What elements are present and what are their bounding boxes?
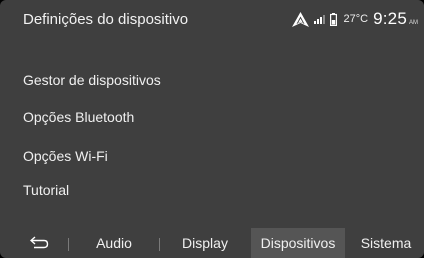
page-title: Definições do dispositivo [23,11,189,28]
menu-item-device-manager[interactable]: Gestor de dispositivos [23,72,161,88]
menu-item-wifi-options[interactable]: Opções Wi-Fi [23,148,108,164]
navigation-arrow-icon [291,11,309,27]
signal-icon [313,14,325,24]
battery-icon [329,12,337,26]
tab-display[interactable]: Display [172,228,238,258]
tab-separator [68,238,69,251]
device-settings-screen: Definições do dispositivo 27°C 9:25 AM G… [0,0,424,258]
tab-separator [159,238,160,251]
clock-time: 9:25 [373,9,407,28]
tab-sistema[interactable]: Sistema [351,228,421,258]
menu-item-tutorial[interactable]: Tutorial [23,182,69,198]
bottom-tab-bar: Audio Display Dispositivos Sistema [0,228,424,258]
clock-ampm: AM [409,20,418,26]
menu-item-bluetooth-options[interactable]: Opções Bluetooth [23,109,134,125]
back-arrow-icon[interactable] [29,236,50,250]
status-bar: 27°C 9:25 AM [291,7,418,31]
tab-dispositivos[interactable]: Dispositivos [251,228,345,258]
header-bar: Definições do dispositivo 27°C 9:25 AM [0,0,424,40]
tab-audio[interactable]: Audio [82,228,146,258]
temperature-readout: 27°C [343,13,369,25]
